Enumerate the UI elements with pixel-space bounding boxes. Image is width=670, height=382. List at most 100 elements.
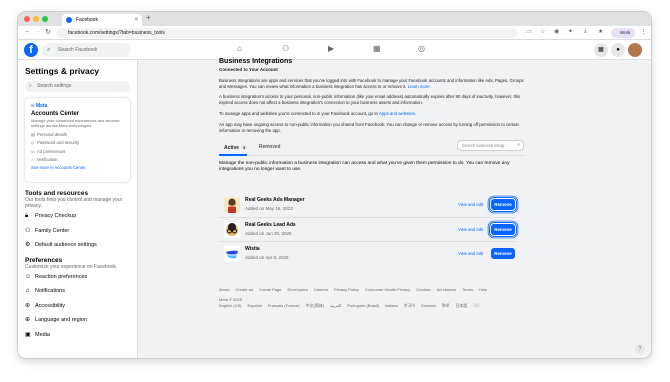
tab-removed[interactable]: Removed	[259, 145, 280, 151]
new-tab-icon[interactable]: +	[146, 13, 151, 22]
close-tab-icon[interactable]: ×	[134, 14, 138, 26]
facebook-logo-icon[interactable]: f	[24, 43, 38, 57]
preferences-section-description: Customize your experience on Facebook.	[25, 263, 118, 270]
accounts-center-card[interactable]: ∞ Meta Accounts Center Manage your conne…	[25, 98, 130, 182]
list-item: Wistia Added on Apr 8, 2025 View and edi…	[219, 242, 516, 267]
view-and-edit-link[interactable]: View and edit	[458, 251, 483, 256]
integration-search-input[interactable]: Search business integr ⌕	[457, 140, 524, 152]
groups-icon[interactable]: ◎	[418, 44, 425, 53]
marketplace-icon[interactable]: ▦	[373, 44, 381, 53]
puzzle-icon[interactable]: ✦	[568, 28, 573, 35]
accounts-center-link[interactable]: See more in Accounts Center	[31, 165, 124, 170]
accounts-center-description: Manage your connected experiences and ac…	[31, 118, 120, 128]
sidebar-title: Settings & privacy	[25, 66, 100, 76]
sidebar-item-label: Reaction preferences	[35, 273, 88, 280]
bookmark-icon[interactable]: ☆	[540, 28, 545, 35]
video-icon[interactable]: ▶	[328, 44, 334, 53]
footer-link[interactable]: Careers	[314, 287, 328, 292]
search-placeholder: Search Facebook	[58, 47, 98, 53]
footer-link[interactable]: Help	[479, 287, 487, 292]
accounts-center-title: Accounts Center	[31, 111, 80, 117]
back-icon[interactable]: ←	[24, 28, 31, 35]
profile-avatar[interactable]	[628, 43, 642, 57]
language-link[interactable]: Français (France)	[268, 303, 300, 308]
notifications-bell-icon[interactable]: ●	[611, 43, 625, 57]
integration-name: Real Geeks Lead Ads	[245, 221, 296, 228]
language-link[interactable]: हिन्दी	[442, 303, 450, 308]
language-link[interactable]: العربية	[330, 303, 341, 308]
language-link[interactable]: 日本語	[455, 303, 467, 308]
download-icon[interactable]: ⤓	[584, 28, 587, 35]
sidebar-item-default-audience[interactable]: ⚙ Default audience settings	[25, 238, 130, 253]
sidebar-item-language[interactable]: ⊕ Language and region	[25, 313, 130, 328]
accounts-center-item-ad-preferences[interactable]: ▭ Ad preferences	[31, 149, 124, 154]
reload-icon[interactable]: ↻	[45, 28, 51, 36]
gear-icon: ⚙	[25, 242, 31, 248]
search-icon: ⌕	[29, 83, 32, 89]
sidebar-item-family-center[interactable]: ⚇ Family Center	[25, 224, 130, 239]
view-and-edit-link[interactable]: View and edit	[458, 227, 483, 232]
sidebar-item-accessibility[interactable]: ⊛ Accessibility	[25, 299, 130, 314]
language-link[interactable]: English (US)	[219, 303, 241, 308]
settings-search-input[interactable]: ⌕ Search settings	[25, 81, 130, 92]
star-icon[interactable]: ★	[598, 28, 603, 35]
footer-link[interactable]: Privacy Policy	[334, 287, 359, 292]
forward-icon[interactable]: →	[34, 28, 41, 35]
footer-link[interactable]: About	[219, 287, 229, 292]
language-link[interactable]: Português (Brasil)	[347, 303, 379, 308]
menu-grid-icon[interactable]: ▦	[594, 43, 608, 57]
footer-link[interactable]: Developers	[288, 287, 308, 292]
learn-more-link[interactable]: Learn more	[408, 84, 430, 89]
language-link[interactable]: 한국어	[404, 303, 415, 308]
language-link[interactable]: Deutsch	[421, 303, 436, 308]
url-field[interactable]: facebook.com/settings/?tab=business_tool…	[56, 28, 518, 38]
sidebar-item-notifications[interactable]: ♫ Notifications	[25, 284, 130, 299]
integration-name: Real Geeks Ads Manager	[245, 197, 305, 203]
ads-manager-avatar	[224, 197, 240, 213]
sidebar-item-label: Privacy Checkup	[35, 213, 77, 219]
friends-icon[interactable]: ⚇	[282, 44, 289, 53]
more-languages-button[interactable]: +	[473, 303, 480, 308]
sidebar-item-reaction-preferences[interactable]: ☺ Reaction preferences	[25, 270, 130, 285]
footer-link[interactable]: Cookies	[416, 287, 430, 292]
close-window-button[interactable]	[24, 16, 30, 22]
minimize-window-button[interactable]	[33, 16, 39, 22]
preferences-section-title: Preferences	[25, 256, 63, 264]
url-text: facebook.com/settings/?tab=business_tool…	[68, 30, 165, 36]
footer-link[interactable]: Terms	[462, 287, 473, 292]
integrations-list: Real Geeks Ads Manager Added on May 16, …	[219, 193, 517, 267]
accounts-center-item-personal-details[interactable]: ▤ Personal details	[31, 132, 124, 137]
search-input[interactable]: ⌕ Search Facebook	[42, 43, 131, 57]
profile-button[interactable]: Work	[611, 27, 635, 38]
language-link[interactable]: 中文(简体)	[305, 303, 324, 308]
tab-active[interactable]: Active 3	[224, 145, 248, 152]
footer-link[interactable]: Ad choices	[437, 287, 457, 292]
sidebar-item-media[interactable]: ▣ Media	[25, 328, 130, 343]
menu-icon[interactable]: ⋮	[640, 28, 647, 36]
view-and-edit-link[interactable]: View and edit	[458, 202, 483, 207]
family-icon: ⚇	[25, 227, 31, 234]
apps-and-websites-link[interactable]: Apps and websites.	[379, 111, 416, 116]
extension-icon[interactable]: ◉	[554, 28, 559, 35]
home-icon[interactable]: ⌂	[237, 44, 242, 53]
remove-button[interactable]: Remove	[491, 248, 515, 259]
cast-icon[interactable]: ▭	[526, 28, 532, 35]
tab-title: Facebook	[76, 17, 98, 23]
browser-tab[interactable]: Facebook ×	[62, 14, 142, 26]
footer-link[interactable]: Create Page	[259, 287, 281, 292]
language-link[interactable]: Español	[247, 303, 261, 308]
remove-button[interactable]: Remove	[489, 221, 517, 237]
remove-button[interactable]: Remove	[489, 197, 517, 212]
sidebar-item-privacy-checkup[interactable]: 🔒︎ Privacy Checkup	[25, 209, 130, 224]
zoom-window-button[interactable]	[42, 16, 48, 22]
globe-icon: ⊕	[25, 317, 31, 323]
search-icon: ⌕	[517, 142, 520, 149]
language-link[interactable]: Italiano	[385, 303, 398, 308]
accounts-center-item-password[interactable]: ◇ Password and security	[31, 140, 124, 145]
accounts-center-item-verification[interactable]: ✓ Verification	[31, 157, 124, 162]
footer-link[interactable]: Consumer Health Privacy	[365, 287, 410, 292]
page-title: Business Integrations	[219, 58, 293, 65]
footer-link[interactable]: Create ad	[235, 287, 253, 292]
intro-text: Business Integrations are apps and servi…	[219, 77, 524, 89]
help-icon[interactable]: ?	[635, 344, 645, 354]
